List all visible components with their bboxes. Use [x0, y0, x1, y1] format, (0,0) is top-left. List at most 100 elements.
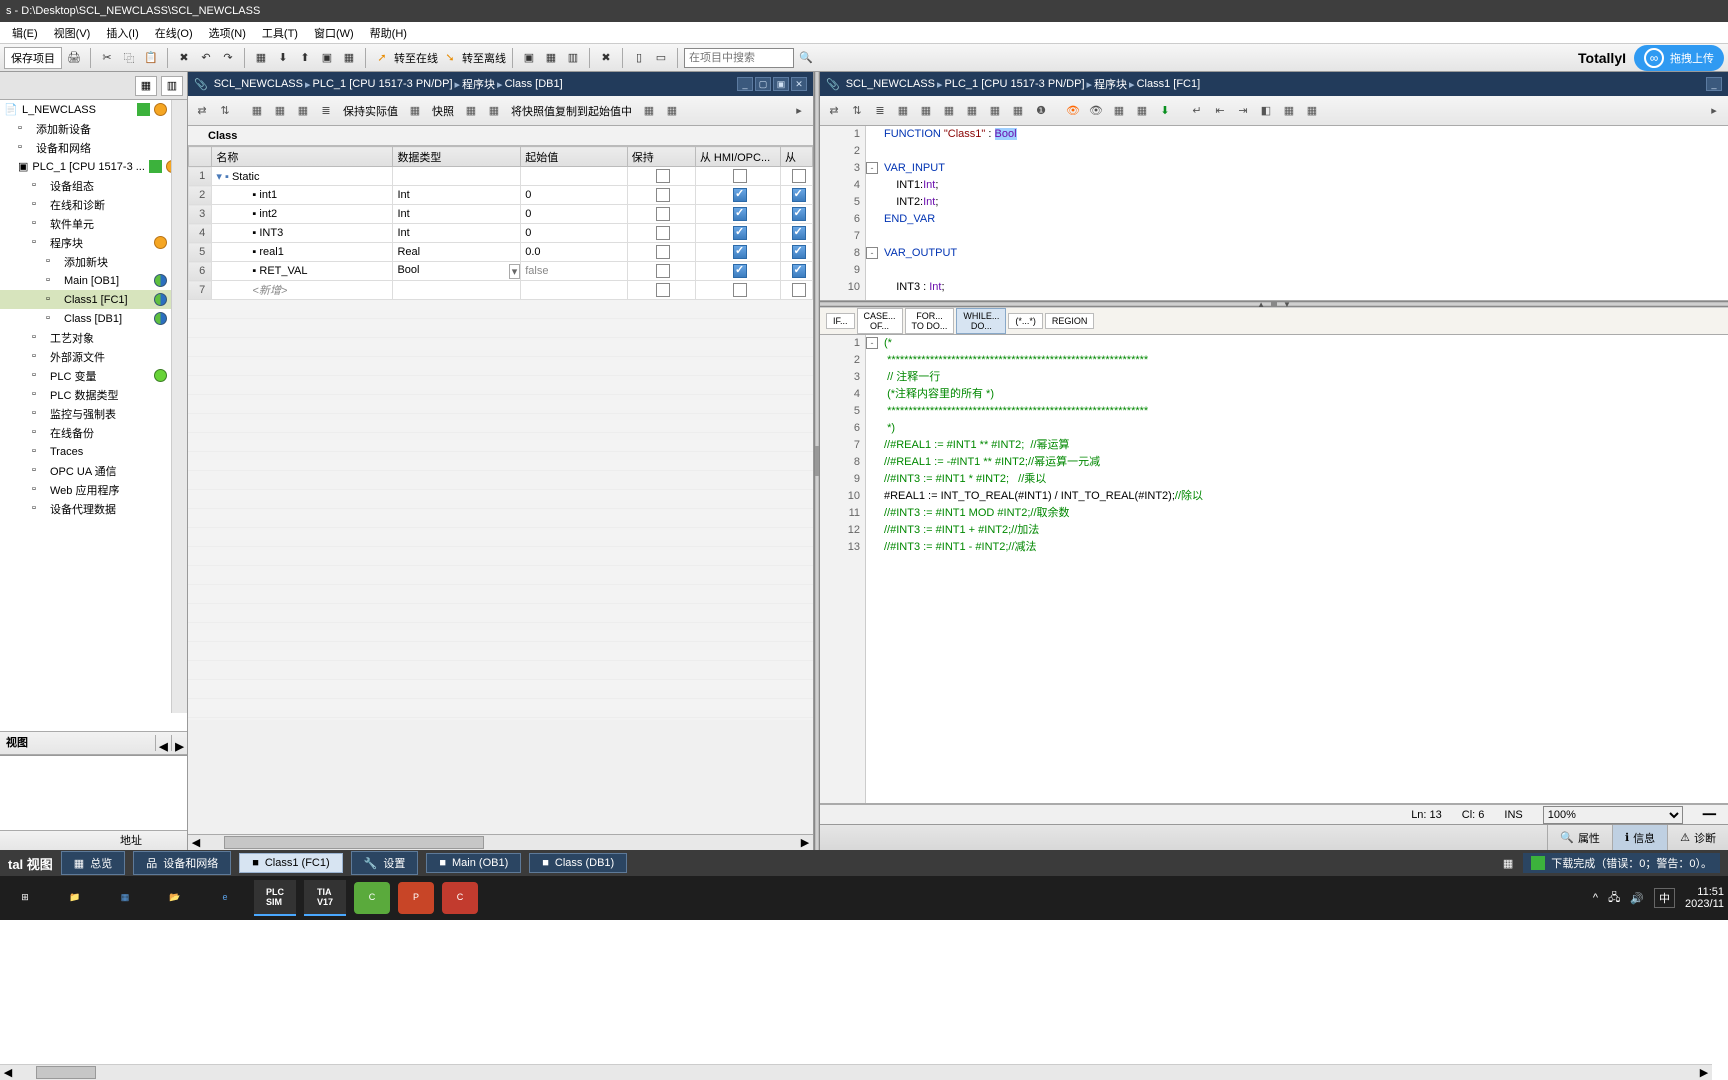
tree-item[interactable]: ▫工艺对象 [0, 328, 187, 347]
table-row[interactable]: 7<新增> [189, 281, 813, 300]
snippet-chip[interactable]: REGION [1045, 313, 1095, 329]
cell-start[interactable]: 0.0 [521, 243, 627, 262]
cell-hmi[interactable] [695, 281, 780, 300]
cell-name[interactable]: ▪ int1 [212, 186, 393, 205]
cell-last[interactable] [781, 281, 813, 300]
db-hscroll[interactable]: ◀ ▶ [188, 834, 813, 850]
app-explorer[interactable]: 📁 [54, 880, 96, 916]
tree-tb-2[interactable]: ▥ [161, 76, 183, 96]
cell-last[interactable] [781, 167, 813, 186]
checkbox[interactable] [656, 245, 670, 259]
min-icon[interactable]: _ [1706, 77, 1722, 91]
fctb5-icon[interactable]: ▦ [916, 101, 936, 121]
cell-hmi[interactable] [695, 224, 780, 243]
portal-view-label[interactable]: tal 视图 [8, 854, 53, 873]
checkbox[interactable] [656, 207, 670, 221]
crumb-plc[interactable]: PLC_1 [CPU 1517-3 PN/DP] [945, 78, 1085, 90]
tray-ime[interactable]: 中 [1654, 888, 1675, 908]
checkbox[interactable] [792, 245, 806, 259]
undo-icon[interactable]: ↶ [196, 48, 216, 68]
cell-type[interactable] [393, 281, 521, 300]
inspector-tab[interactable]: ℹ信息 [1612, 825, 1667, 850]
cell-start[interactable]: 0 [521, 224, 627, 243]
fctb11-icon[interactable]: ▦ [1109, 101, 1129, 121]
tree-item[interactable]: ▫PLC 变量 [0, 366, 187, 385]
fctb2-icon[interactable]: ⇅ [847, 101, 867, 121]
cell-start[interactable]: 0 [521, 205, 627, 224]
cell-name[interactable]: ▪ RET_VAL [212, 262, 393, 281]
app-plcsim[interactable]: PLCSIM [254, 880, 296, 916]
db-scroll-left[interactable]: ◀ [188, 836, 204, 849]
tree-item[interactable]: ▫添加新块 [0, 252, 187, 271]
tree-item[interactable]: ▫Web 应用程序 [0, 480, 187, 499]
db-variable-table[interactable]: 名称数据类型起始值保持从 HMI/OPC...从 1▾ ▪ Static2▪ i… [188, 146, 813, 300]
code-line[interactable]: 7//#REAL1 := #INT1 ** #INT2; //幂运算 [884, 437, 1728, 454]
tree-item[interactable]: ▫设备和网络 [0, 138, 187, 157]
tree-item[interactable]: ▫软件单元 [0, 214, 187, 233]
cell-last[interactable] [781, 205, 813, 224]
keep-actual-button[interactable]: 保持实际值 [339, 103, 402, 119]
db-scroll-thumb[interactable] [224, 836, 484, 849]
project-tree[interactable]: 📄L_NEWCLASS▫添加新设备▫设备和网络▣PLC_1 [CPU 1517-… [0, 100, 187, 731]
more-icon[interactable]: ▸ [1704, 101, 1724, 121]
restore-icon[interactable]: ▢ [755, 77, 771, 91]
app-green[interactable]: C [354, 882, 390, 914]
fctb15-icon[interactable]: ▦ [1302, 101, 1322, 121]
cell-hmi[interactable] [695, 167, 780, 186]
crumb-db[interactable]: Class [DB1] [505, 78, 563, 90]
cell-retain[interactable] [627, 281, 695, 300]
app-red[interactable]: C [442, 882, 478, 914]
code-line[interactable]: 7 [884, 228, 1728, 245]
tree-item[interactable]: 📄L_NEWCLASS [0, 100, 187, 119]
scroll-thumb[interactable] [36, 1066, 96, 1079]
db-scroll-right[interactable]: ▶ [797, 836, 813, 849]
code-hsplitter[interactable]: ▲▼ [820, 301, 1728, 307]
app-calc[interactable]: ▦ [104, 880, 146, 916]
code-line[interactable]: 11//#INT3 := #INT1 MOD #INT2;//取余数 [884, 505, 1728, 522]
cell-start[interactable] [521, 167, 627, 186]
cell-last[interactable] [781, 243, 813, 262]
copy-snapshot-button[interactable]: 将快照值复制到起始值中 [507, 103, 636, 119]
tree-item[interactable]: ▫在线备份 [0, 423, 187, 442]
type-dropdown-icon[interactable]: ▾ [509, 264, 521, 279]
col-header[interactable] [189, 147, 212, 167]
tb7-icon[interactable]: ≣ [316, 101, 336, 121]
tree-item[interactable]: ▫Class [DB1] [0, 309, 187, 328]
code-line[interactable]: 1-(* [884, 335, 1728, 352]
checkbox[interactable] [656, 226, 670, 240]
split-h-icon[interactable]: ▯ [629, 48, 649, 68]
open-editor-tile[interactable]: ■Class (DB1) [529, 853, 627, 873]
cell-name[interactable]: ▪ int2 [212, 205, 393, 224]
tree-item[interactable]: ▣PLC_1 [CPU 1517-3 ... [0, 157, 187, 176]
tb3-icon[interactable] [238, 101, 244, 121]
fold-toggle[interactable]: - [866, 162, 878, 174]
tray-time[interactable]: 11:51 [1685, 886, 1724, 898]
sim-icon[interactable]: ▣ [317, 48, 337, 68]
cell-last[interactable] [781, 224, 813, 243]
cell-hmi[interactable] [695, 186, 780, 205]
code-line[interactable]: 3-VAR_INPUT [884, 160, 1728, 177]
search-go-icon[interactable]: 🔍 [796, 48, 816, 68]
more-icon[interactable]: ▸ [789, 101, 809, 121]
crumb-project[interactable]: SCL_NEWCLASS [846, 78, 935, 90]
cell-retain[interactable] [627, 205, 695, 224]
tree-item[interactable]: ▫Main [OB1] [0, 271, 187, 290]
snippet-chip[interactable]: CASE...OF... [857, 308, 903, 334]
close-icon[interactable]: ✕ [791, 77, 807, 91]
cell-hmi[interactable] [695, 262, 780, 281]
code-line[interactable]: 4 INT1:Int; [884, 177, 1728, 194]
checkbox[interactable] [733, 188, 747, 202]
table-row[interactable]: 4▪ INT3Int0 [189, 224, 813, 243]
checkbox[interactable] [792, 188, 806, 202]
checkbox[interactable] [733, 245, 747, 259]
menu-edit[interactable]: 辑(E) [4, 25, 46, 41]
download-icon[interactable]: ⬇ [273, 48, 293, 68]
cs2-icon[interactable]: ▦ [662, 101, 682, 121]
code-line[interactable]: 9 [884, 262, 1728, 279]
snap1-icon[interactable]: ▦ [461, 101, 481, 121]
tree-item[interactable]: ▫Class1 [FC1] [0, 290, 187, 309]
checkbox[interactable] [656, 283, 670, 297]
tree-item[interactable]: ▫程序块 [0, 233, 187, 252]
scroll-right-icon[interactable]: ▶ [1696, 1066, 1712, 1079]
fold-toggle[interactable]: - [866, 247, 878, 259]
